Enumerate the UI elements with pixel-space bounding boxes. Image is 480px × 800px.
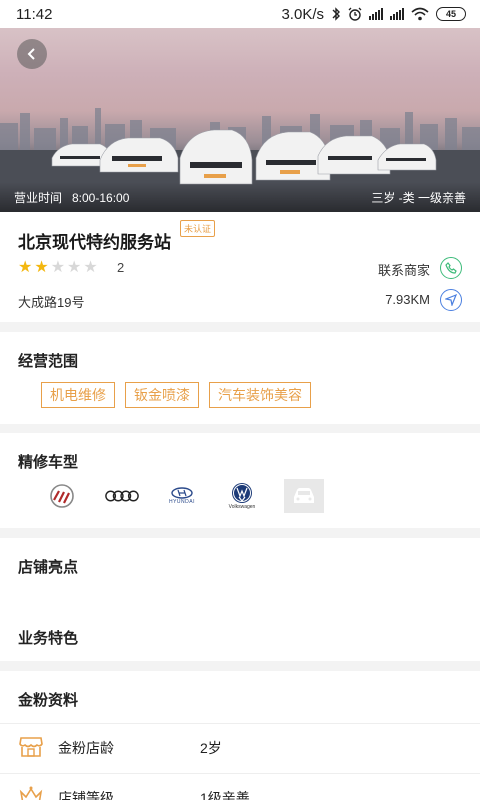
- chevron-left-icon: [27, 48, 35, 60]
- buick-logo-icon[interactable]: [44, 479, 80, 513]
- shop-level-label: 店铺等级: [58, 790, 114, 800]
- shop-age-row: 金粉店龄 2岁: [0, 723, 480, 773]
- certification-badge: 未认证: [180, 220, 216, 237]
- star-icon: ★: [83, 259, 98, 276]
- audi-logo-icon[interactable]: [104, 479, 140, 513]
- battery-icon: 45: [436, 7, 466, 21]
- scope-tag: 机电维修: [41, 382, 115, 408]
- star-icon: ★: [34, 259, 49, 276]
- scope-tags: 机电维修 钣金喷漆 汽车装饰美容: [41, 382, 311, 408]
- shop-level-value: 1级亲善: [200, 790, 250, 800]
- scope-tag: 汽车装饰美容: [209, 382, 311, 408]
- navigation-arrow-icon: [445, 294, 457, 306]
- rating-count: 2: [117, 260, 125, 275]
- bluetooth-icon: [332, 7, 340, 21]
- shop-age-value: 2岁: [200, 740, 222, 756]
- store-name: 北京现代特约服务站: [18, 233, 171, 252]
- signal-icon-1: [369, 8, 383, 20]
- highlights-section: 店铺亮点 业务特色: [0, 538, 480, 661]
- shop-level-row: 店铺等级 1级亲善: [0, 773, 480, 800]
- network-speed: 3.0K/s: [281, 5, 324, 23]
- star-icon: ★: [50, 259, 66, 276]
- status-time: 11:42: [16, 5, 53, 23]
- business-features-title: 业务特色: [18, 630, 79, 647]
- store-hero-image: 营业时间 8:00-16:00 三岁 -类 一级亲善: [0, 28, 480, 212]
- contact-merchant-label[interactable]: 联系商家: [378, 260, 430, 279]
- star-icon: ★: [18, 259, 33, 276]
- store-tag-caption: 三岁 -类 一级亲善: [371, 191, 466, 205]
- signal-icon-2: [390, 8, 404, 20]
- volkswagen-logo-icon[interactable]: Volkswagen: [224, 479, 260, 513]
- back-button[interactable]: [17, 39, 47, 69]
- status-indicators: 3.0K/s 45: [281, 6, 466, 23]
- crown-icon: [19, 786, 43, 800]
- store-address: 大成路19号: [18, 295, 85, 310]
- business-scope-title: 经营范围: [18, 353, 79, 370]
- hyundai-logo-icon[interactable]: HYUNDAI: [164, 479, 200, 513]
- rating-stars: ★ ★ ★ ★ ★: [18, 260, 98, 276]
- store-highlights-title: 店铺亮点: [18, 559, 79, 576]
- brand-list: HYUNDAI Volkswagen: [44, 479, 324, 513]
- jinfen-profile-title: 金粉资料: [18, 692, 79, 709]
- car-placeholder-icon[interactable]: [284, 479, 324, 513]
- navigate-button[interactable]: [440, 289, 462, 311]
- store-distance: 7.93KM: [385, 292, 430, 307]
- volkswagen-wordmark: Volkswagen: [228, 504, 256, 510]
- hyundai-wordmark: HYUNDAI: [168, 499, 195, 505]
- star-icon: ★: [67, 259, 82, 276]
- car-models-title: 精修车型: [18, 454, 79, 471]
- phone-call-button[interactable]: [440, 257, 462, 279]
- store-info-card: 北京现代特约服务站 未认证 ★ ★ ★ ★ ★ 2 联系商家 大成路19号 7.…: [0, 212, 480, 322]
- business-hours: 营业时间 8:00-16:00: [14, 191, 130, 205]
- status-bar: 11:42 3.0K/s 45: [0, 0, 480, 28]
- jinfen-profile-section: 金粉资料 金粉店龄 2岁 店铺等级 1级亲善: [0, 671, 480, 800]
- shop-icon: [19, 737, 43, 757]
- alarm-icon: [348, 7, 362, 21]
- scope-tag: 钣金喷漆: [125, 382, 199, 408]
- car-models-section: 精修车型 HYUNDAI Volkswagen: [0, 433, 480, 528]
- phone-icon: [445, 262, 457, 274]
- shop-age-label: 金粉店龄: [58, 740, 114, 756]
- business-scope-section: 经营范围 机电维修 钣金喷漆 汽车装饰美容: [0, 332, 480, 424]
- wifi-icon: [411, 7, 429, 21]
